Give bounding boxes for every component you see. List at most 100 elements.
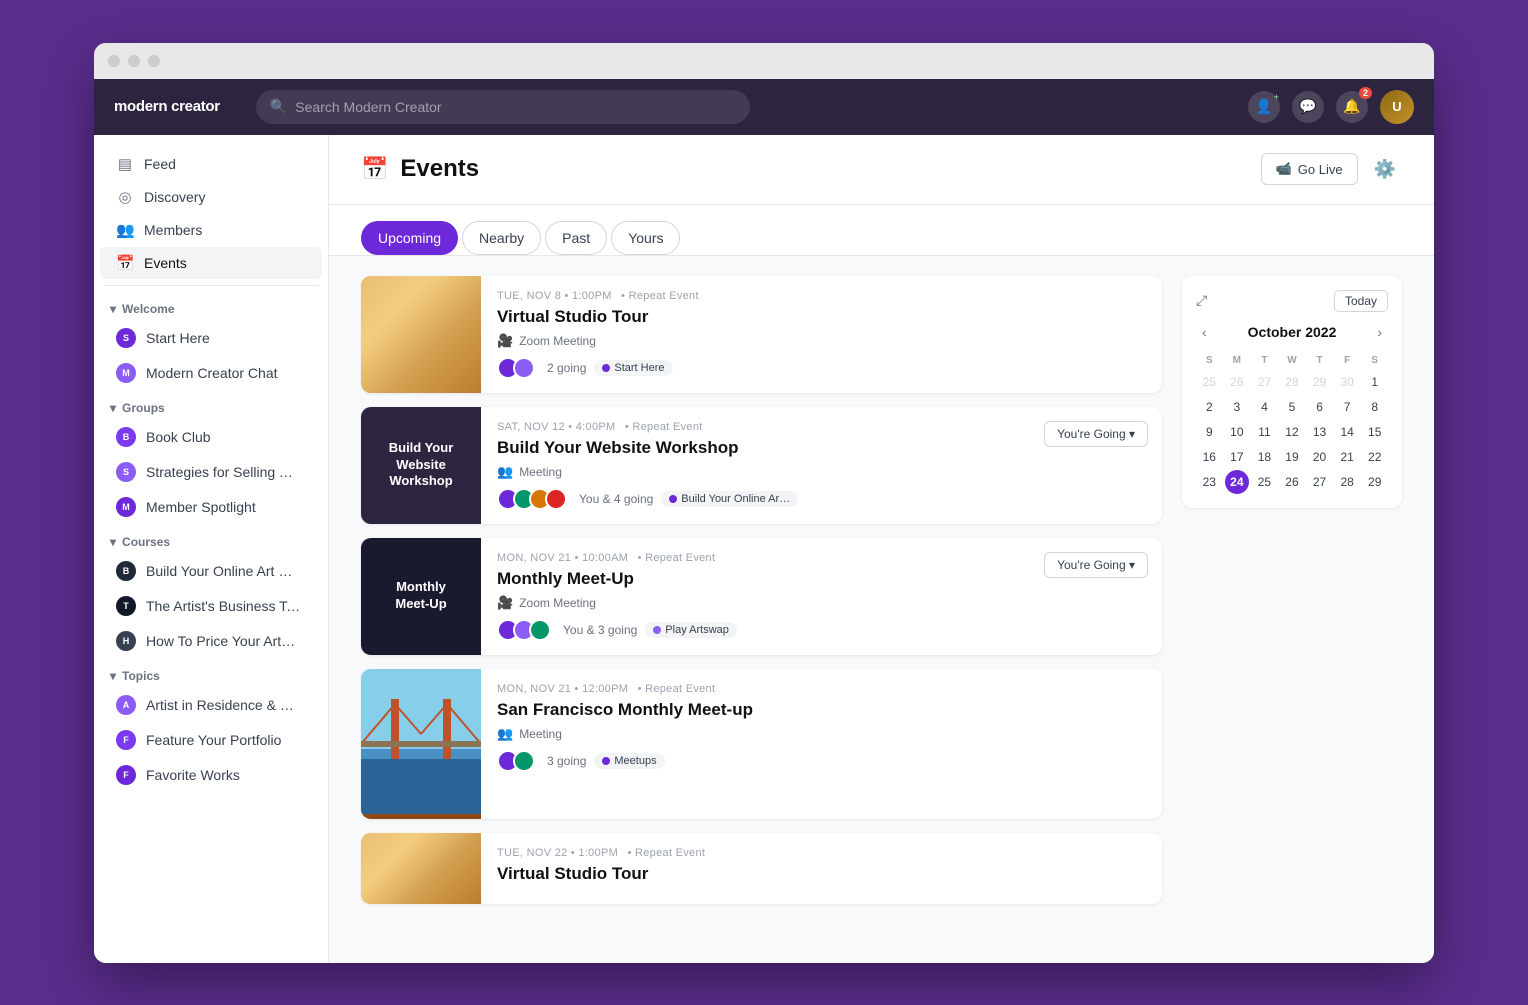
events-label: Events [144, 255, 187, 271]
cal-day-28b[interactable]: 28 [1335, 470, 1359, 494]
fullscreen-dot[interactable] [148, 55, 160, 67]
user-avatar[interactable]: U [1380, 90, 1414, 124]
channel-dot-3 [653, 626, 661, 634]
main-layout: ▤ Feed ◎ Discovery 👥 Members 📅 Events ▾ … [94, 135, 1434, 963]
tab-nearby[interactable]: Nearby [462, 221, 541, 255]
cal-day-28a[interactable]: 28 [1280, 370, 1304, 394]
sidebar-item-favorite-works[interactable]: F Favorite Works [100, 758, 322, 792]
section-topics[interactable]: ▾ Topics [94, 659, 328, 687]
cal-day-21[interactable]: 21 [1335, 445, 1359, 469]
events-settings-button[interactable]: ⚙️ [1368, 153, 1402, 186]
messages-button[interactable]: 💬 [1292, 91, 1324, 123]
cal-day-11[interactable]: 11 [1252, 420, 1276, 444]
section-courses[interactable]: ▾ Courses [94, 525, 328, 553]
zoom-icon-1: 🎥 [497, 333, 513, 349]
cal-day-23[interactable]: 23 [1197, 470, 1221, 494]
cal-day-24-today[interactable]: 24 [1225, 470, 1249, 494]
cal-day-9[interactable]: 9 [1197, 420, 1221, 444]
cal-day-12[interactable]: 12 [1280, 420, 1304, 444]
calendar-today-button[interactable]: Today [1334, 290, 1388, 312]
cal-day-19[interactable]: 19 [1280, 445, 1304, 469]
tab-past[interactable]: Past [545, 221, 607, 255]
sidebar: ▤ Feed ◎ Discovery 👥 Members 📅 Events ▾ … [94, 135, 329, 963]
section-groups[interactable]: ▾ Groups [94, 391, 328, 419]
cal-day-5[interactable]: 5 [1280, 395, 1304, 419]
event-card-website-workshop: Build YourWebsiteWorkshop SAT, NOV 12 • … [361, 407, 1162, 524]
add-member-button[interactable]: 👤+ [1248, 91, 1280, 123]
event-image-sf-meetup [361, 669, 481, 819]
strategies-avatar: S [116, 462, 136, 482]
sidebar-item-member-spotlight[interactable]: M Member Spotlight [100, 490, 322, 524]
sidebar-item-modern-creator-chat[interactable]: M Modern Creator Chat [100, 356, 322, 390]
sidebar-item-build-online-art[interactable]: B Build Your Online Art Busines… [100, 554, 322, 588]
sidebar-item-artists-toolkit[interactable]: T The Artist's Business Toolkit [100, 589, 322, 623]
sidebar-item-how-to-price[interactable]: H How To Price Your Artwork S… [100, 624, 322, 658]
cal-day-17[interactable]: 17 [1225, 445, 1249, 469]
go-live-button[interactable]: 📹 Go Live [1261, 153, 1358, 185]
sidebar-item-artist-residence[interactable]: A Artist in Residence & Grants [100, 688, 322, 722]
section-welcome[interactable]: ▾ Welcome [94, 292, 328, 320]
cal-day-3[interactable]: 3 [1225, 395, 1249, 419]
cal-day-10[interactable]: 10 [1225, 420, 1249, 444]
cal-day-16[interactable]: 16 [1197, 445, 1221, 469]
cal-day-25a[interactable]: 25 [1197, 370, 1221, 394]
cal-day-13[interactable]: 13 [1308, 420, 1332, 444]
cal-day-26b[interactable]: 26 [1280, 470, 1304, 494]
cal-day-25b[interactable]: 25 [1252, 470, 1276, 494]
cal-day-8[interactable]: 8 [1363, 395, 1387, 419]
channel-badge-1: Start Here [594, 360, 672, 376]
sidebar-item-events[interactable]: 📅 Events [100, 247, 322, 279]
cal-label-t2: T [1306, 352, 1333, 369]
cal-day-6[interactable]: 6 [1308, 395, 1332, 419]
going-button-3[interactable]: You're Going ▾ [1044, 552, 1148, 578]
sidebar-item-discovery[interactable]: ◎ Discovery [100, 181, 322, 213]
cal-day-20[interactable]: 20 [1308, 445, 1332, 469]
search-bar[interactable]: 🔍 Search Modern Creator [256, 90, 750, 124]
cal-day-7[interactable]: 7 [1335, 395, 1359, 419]
member-spotlight-avatar: M [116, 497, 136, 517]
sidebar-item-feed[interactable]: ▤ Feed [100, 148, 322, 180]
sidebar-item-members[interactable]: 👥 Members [100, 214, 322, 246]
sidebar-item-feature-portfolio[interactable]: F Feature Your Portfolio [100, 723, 322, 757]
favorite-works-avatar: F [116, 765, 136, 785]
event-image-virtual-studio-1 [361, 276, 481, 393]
cal-day-30a[interactable]: 30 [1335, 370, 1359, 394]
tab-upcoming[interactable]: Upcoming [361, 221, 458, 255]
going-button-2[interactable]: You're Going ▾ [1044, 421, 1148, 447]
attendee-avatar-3c [529, 619, 551, 641]
minimize-dot[interactable] [128, 55, 140, 67]
cal-day-27a[interactable]: 27 [1252, 370, 1276, 394]
calendar-next-button[interactable]: › [1371, 322, 1388, 342]
event-image-website-workshop: Build YourWebsiteWorkshop [361, 407, 481, 524]
courses-collapse-icon: ▾ [110, 535, 116, 549]
sidebar-item-strategies[interactable]: S Strategies for Selling Your Art [100, 455, 322, 489]
event-title-4: San Francisco Monthly Meet-up [497, 700, 1146, 720]
calendar-expand-icon[interactable]: ⤢ [1196, 292, 1207, 309]
sidebar-item-book-club[interactable]: B Book Club [100, 420, 322, 454]
cal-day-26a[interactable]: 26 [1225, 370, 1249, 394]
cal-day-1[interactable]: 1 [1363, 370, 1387, 394]
sidebar-item-start-here[interactable]: S Start Here [100, 321, 322, 355]
events-content: TUE, NOV 8 • 1:00PM • Repeat Event Virtu… [329, 256, 1434, 936]
tab-yours[interactable]: Yours [611, 221, 680, 255]
event-date-1: TUE, NOV 8 • 1:00PM [497, 290, 612, 302]
cal-day-29b[interactable]: 29 [1363, 470, 1387, 494]
close-dot[interactable] [108, 55, 120, 67]
sidebar-divider-1 [104, 285, 318, 286]
cal-day-14[interactable]: 14 [1335, 420, 1359, 444]
cal-day-27b[interactable]: 27 [1308, 470, 1332, 494]
cal-day-18[interactable]: 18 [1252, 445, 1276, 469]
favorite-works-label: Favorite Works [146, 767, 240, 783]
cal-day-22[interactable]: 22 [1363, 445, 1387, 469]
cal-day-29a[interactable]: 29 [1308, 370, 1332, 394]
cal-label-f: F [1334, 352, 1361, 369]
cal-day-2[interactable]: 2 [1197, 395, 1221, 419]
avatar-group-2 [497, 488, 561, 510]
cal-day-4[interactable]: 4 [1252, 395, 1276, 419]
build-online-art-avatar: B [116, 561, 136, 581]
notifications-button[interactable]: 🔔 2 [1336, 91, 1368, 123]
cal-day-15[interactable]: 15 [1363, 420, 1387, 444]
sf-bridge-svg [361, 669, 481, 814]
calendar-prev-button[interactable]: ‹ [1196, 322, 1213, 342]
attendee-avatar-4b [513, 750, 535, 772]
